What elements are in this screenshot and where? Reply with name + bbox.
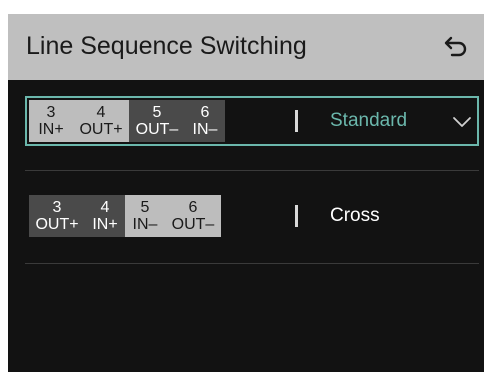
pin-signal: IN– [132,216,158,233]
pin-signal: OUT+ [79,121,123,138]
pin-signal: OUT– [135,121,179,138]
pin-number: 6 [188,199,198,216]
option-divider [295,205,298,227]
pin-number: 4 [100,199,110,216]
pin-number: 3 [52,199,62,216]
option-label-standard: Standard [330,110,408,131]
back-button[interactable] [438,28,474,64]
option-standard[interactable]: 3 IN+ 4 OUT+ 5 OUT– 6 IN– Standard [25,96,479,146]
pin-3: 3 IN+ [29,100,73,142]
check-icon [453,117,471,127]
pin-5: 5 IN– [125,195,165,237]
option-label-cross: Cross [330,205,380,226]
pin-number: 3 [46,104,56,121]
pin-4: 4 IN+ [85,195,125,237]
option-cross[interactable]: 3 OUT+ 4 IN+ 5 IN– 6 OUT– Cross [25,191,479,241]
pin-6: 6 OUT– [165,195,221,237]
pin-group-light: 5 IN– 6 OUT– [125,195,221,237]
pin-group-dark: 5 OUT– 6 IN– [129,100,225,142]
pin-5: 5 OUT– [129,100,185,142]
device-screen: Line Sequence Switching 3 IN+ 4 OUT+ 5 O… [8,14,484,372]
row-separator [25,170,479,171]
pin-group-dark: 3 OUT+ 4 IN+ [29,195,125,237]
pin-group-light: 3 IN+ 4 OUT+ [29,100,129,142]
page-title: Line Sequence Switching [26,32,307,60]
pin-diagram-cross: 3 OUT+ 4 IN+ 5 IN– 6 OUT– [29,195,221,237]
return-arrow-icon [444,36,467,57]
pin-number: 5 [152,104,162,121]
row-separator [25,263,479,264]
header-bar: Line Sequence Switching [8,14,484,80]
pin-number: 6 [200,104,210,121]
pin-number: 4 [96,104,106,121]
pin-6: 6 IN– [185,100,225,142]
pin-number: 5 [140,199,150,216]
pin-diagram-standard: 3 IN+ 4 OUT+ 5 OUT– 6 IN– [29,100,225,142]
pin-signal: OUT– [171,216,215,233]
pin-signal: IN+ [92,216,118,233]
pin-signal: IN+ [38,121,64,138]
pin-4: 4 OUT+ [73,100,129,142]
option-divider [295,110,298,132]
pin-3: 3 OUT+ [29,195,85,237]
pin-signal: IN– [192,121,218,138]
pin-signal: OUT+ [35,216,79,233]
